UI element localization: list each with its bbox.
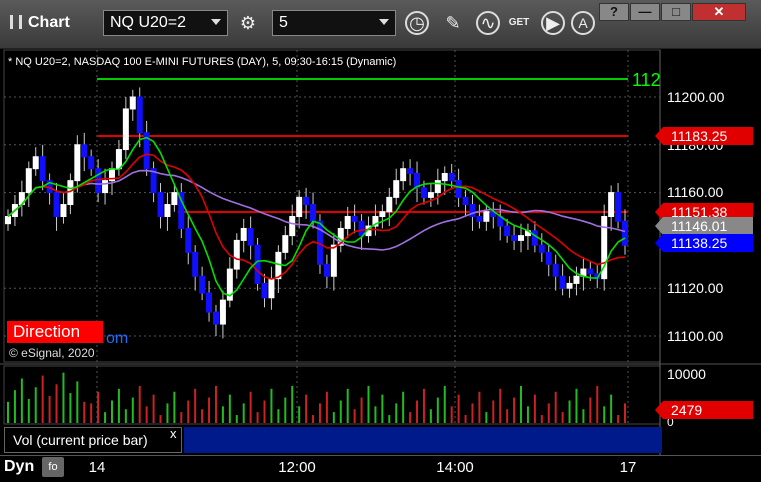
direction-label: Direction: [7, 321, 103, 343]
candle-body: [511, 235, 518, 241]
candle-body: [434, 180, 441, 194]
candle-body: [420, 187, 427, 198]
x-tick: 14: [88, 459, 106, 476]
candle-body: [504, 225, 511, 237]
candle-body: [206, 292, 213, 313]
candle-body: [122, 108, 129, 151]
copyright: © eSignal, 2020: [9, 346, 95, 360]
candle-body: [330, 244, 337, 277]
y-tick: 11120.00: [667, 280, 724, 296]
candle-body: [289, 216, 296, 237]
candle-body: [448, 172, 455, 182]
candle-body: [39, 156, 46, 182]
price-panel: [3, 49, 661, 363]
candle-body: [587, 268, 594, 275]
candle-body: [441, 172, 448, 182]
direction-tail: om: [106, 330, 129, 347]
candle-body: [88, 156, 95, 170]
candle-body: [358, 220, 365, 237]
candle-body: [102, 180, 109, 194]
candle-body: [386, 196, 393, 213]
candle-body: [164, 204, 171, 218]
candle-body: [60, 204, 67, 218]
candle-body: [303, 196, 310, 206]
candle-body: [275, 251, 282, 280]
candle-body: [199, 275, 206, 294]
dyn-label[interactable]: Dyn: [4, 458, 34, 476]
candle-body: [171, 192, 178, 206]
volume-y-tick: 10000: [667, 366, 706, 382]
candle-body: [219, 299, 226, 325]
candle-body: [32, 156, 39, 170]
volume-study-label[interactable]: Vol (current price bar): [4, 427, 182, 453]
price-tag-blue: 11138.25: [655, 234, 753, 252]
candle-body: [455, 180, 462, 198]
price-tag-red: 11183.25: [655, 127, 753, 145]
candle-body: [310, 204, 317, 222]
candle-body: [129, 96, 136, 110]
x-tick: 12:00: [278, 459, 316, 476]
candle-body: [136, 96, 143, 134]
candle-body: [115, 149, 122, 170]
candle-body: [67, 180, 74, 206]
candle-body: [393, 180, 400, 198]
candle-body: [323, 263, 330, 277]
candle-body: [400, 168, 407, 182]
volume-study-bar: [184, 427, 662, 453]
price-axis-panel: [660, 50, 761, 457]
candle-body: [518, 235, 525, 241]
candle-body: [483, 211, 490, 222]
candle-body: [462, 196, 469, 206]
y-tick: 11160.00: [667, 184, 724, 200]
candle-body: [615, 192, 622, 222]
candle-body: [608, 192, 615, 218]
candle-body: [622, 220, 628, 246]
candle-body: [296, 196, 303, 218]
candle-body: [566, 282, 573, 289]
x-tick: 14:00: [436, 459, 474, 476]
candle-body: [157, 192, 164, 218]
candle-body: [81, 144, 88, 158]
candle-body: [538, 244, 545, 253]
candle-body: [559, 275, 566, 289]
candle-body: [573, 275, 580, 284]
price-tag-gray: 11146.01: [655, 217, 753, 235]
candle-body: [5, 216, 11, 225]
candle-body: [25, 168, 32, 194]
y-tick: 11100.00: [667, 328, 724, 344]
candle-body: [74, 144, 81, 182]
top-line-label: 112: [632, 70, 661, 90]
fo-icon[interactable]: fo: [42, 457, 64, 477]
candle-body: [247, 227, 254, 246]
candle-body: [427, 192, 434, 198]
x-tick: 17: [619, 459, 637, 476]
candle-body: [261, 282, 268, 299]
candle-body: [552, 263, 559, 277]
candle-body: [212, 311, 219, 325]
candle-body: [53, 192, 60, 218]
chart-header: * NQ U20=2, NASDAQ 100 E-MINI FUTURES (D…: [8, 56, 397, 68]
candle-body: [351, 216, 358, 222]
candle-body: [379, 211, 386, 218]
candle-body: [407, 168, 414, 174]
volume-tag: 2479: [655, 401, 753, 419]
candle-body: [344, 216, 351, 229]
candle-body: [268, 278, 275, 299]
candle-body: [282, 235, 289, 253]
volume-panel: [3, 365, 661, 425]
candle-body: [531, 230, 538, 246]
candle-body: [192, 251, 199, 277]
close-icon[interactable]: x: [170, 426, 177, 441]
candle-body: [254, 244, 261, 284]
candle-body: [240, 227, 247, 241]
candle-body: [545, 251, 552, 265]
candle-body: [476, 216, 483, 222]
candle-body: [185, 227, 192, 253]
time-axis: [0, 455, 761, 482]
candle-body: [233, 239, 240, 270]
y-tick: 11200.00: [667, 89, 725, 105]
